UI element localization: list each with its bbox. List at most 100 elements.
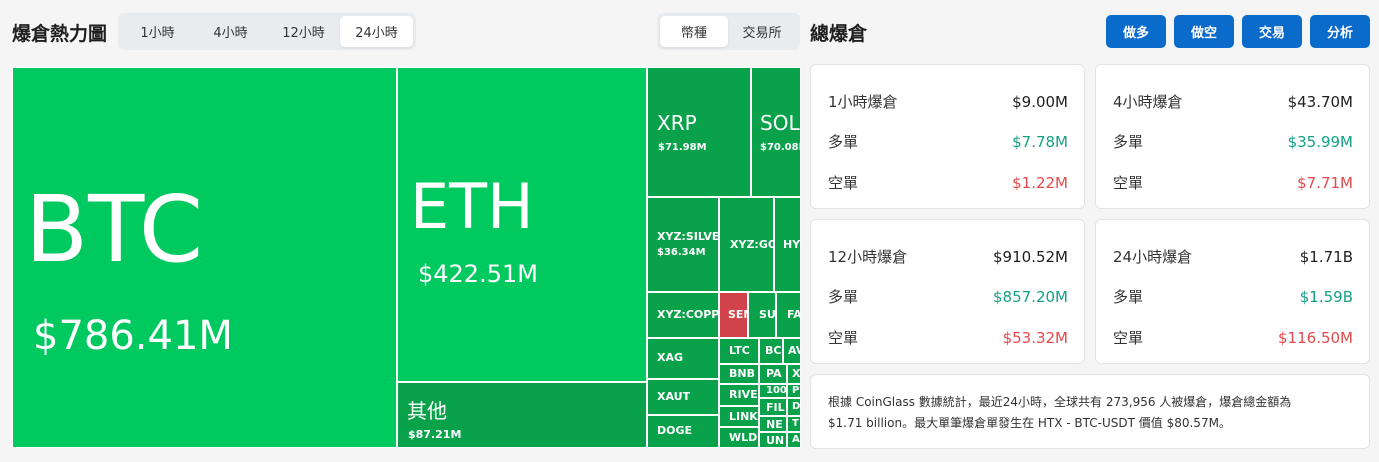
treemap-tile[interactable]: BTC $786.41M xyxy=(12,67,397,448)
trade-button[interactable]: 交易 xyxy=(1242,15,1302,48)
tile-symbol: BC xyxy=(765,344,782,357)
card-title: 1小時爆倉 xyxy=(828,93,898,111)
treemap-tile[interactable]: SEN xyxy=(719,292,748,338)
treemap-tile[interactable]: XYZ:SILVER $36.34M xyxy=(647,197,719,292)
treemap-tile[interactable]: LTC xyxy=(719,338,759,364)
tile-symbol: SOL xyxy=(760,111,800,135)
tile-symbol: AV xyxy=(788,344,800,357)
tile-symbol: 100 xyxy=(766,385,787,396)
tile-symbol: WLD xyxy=(729,431,758,444)
treemap-tile[interactable]: AV xyxy=(783,338,801,364)
short-label: 空單 xyxy=(1113,174,1144,192)
card-24h: 24小時爆倉 $1.71B 多單 $1.59B 空單 $116.50M xyxy=(1095,219,1370,364)
time-option-4h[interactable]: 4小時 xyxy=(194,16,267,47)
treemap-tile[interactable]: BC xyxy=(759,338,783,364)
tile-symbol: UN xyxy=(766,434,785,447)
liquidation-treemap: BTC $786.41M ETH $422.51M 其他 $87.21M XRP $71.98… xyxy=(12,67,801,448)
tile-symbol: D xyxy=(792,401,801,412)
heatmap-title: 爆倉熱力圖 xyxy=(12,23,108,45)
analysis-button[interactable]: 分析 xyxy=(1310,15,1370,48)
time-option-1h[interactable]: 1小時 xyxy=(121,16,194,47)
treemap-tile[interactable]: X xyxy=(787,364,801,384)
card-total: $1.71B xyxy=(1299,247,1353,266)
tile-value: $71.98M xyxy=(658,142,707,153)
card-title: 12小時爆倉 xyxy=(828,248,908,266)
total-liquidation-title: 總爆倉 xyxy=(810,23,868,45)
tile-symbol: SUI xyxy=(759,308,776,321)
group-by-selector: 幣種 交易所 xyxy=(657,13,800,50)
long-value: $7.78M xyxy=(1012,132,1068,151)
tile-symbol: DOGE xyxy=(657,424,693,437)
treemap-tile[interactable]: NE xyxy=(759,416,787,432)
time-option-24h[interactable]: 24小時 xyxy=(340,16,413,47)
tile-symbol: SEN xyxy=(728,308,747,321)
treemap-tile[interactable]: XYZ:GOLD xyxy=(719,197,774,292)
treemap-tile[interactable]: XAUT xyxy=(647,379,719,415)
time-option-12h[interactable]: 12小時 xyxy=(267,16,340,47)
tile-symbol: HYPE xyxy=(783,238,801,251)
tile-symbol: XAG xyxy=(657,351,684,364)
long-value: $857.20M xyxy=(993,287,1068,306)
tile-symbol: P xyxy=(792,385,800,396)
card-4h: 4小時爆倉 $43.70M 多單 $35.99M 空單 $7.71M xyxy=(1095,64,1370,209)
treemap-tile[interactable]: UN xyxy=(759,432,787,448)
treemap-tile[interactable]: FIL xyxy=(759,398,787,416)
treemap-tile[interactable]: LINK xyxy=(719,406,759,427)
card-total: $9.00M xyxy=(1012,92,1068,111)
summary-line-2: $1.71 billion。最大單筆爆倉單發生在 HTX - BTC-USDT … xyxy=(828,416,1231,430)
tile-symbol: FA xyxy=(787,308,801,321)
long-button[interactable]: 做多 xyxy=(1106,15,1166,48)
group-option-exchange[interactable]: 交易所 xyxy=(728,16,796,47)
short-button[interactable]: 做空 xyxy=(1174,15,1234,48)
short-value: $116.50M xyxy=(1278,328,1353,347)
treemap-tile[interactable]: BNB xyxy=(719,364,759,384)
treemap-tile[interactable]: D xyxy=(787,398,801,416)
tile-symbol: XYZ:SILVER xyxy=(657,230,719,243)
treemap-tile[interactable]: FA xyxy=(776,292,801,338)
tile-symbol: T xyxy=(792,418,799,429)
tile-symbol: NE xyxy=(766,418,783,431)
tile-value: $70.08M xyxy=(760,142,800,153)
tile-symbol: BTC xyxy=(25,176,204,283)
tile-symbol: PA xyxy=(766,367,782,380)
treemap-tile[interactable]: T xyxy=(787,416,801,432)
short-label: 空單 xyxy=(828,329,859,347)
long-label: 多單 xyxy=(828,288,859,306)
treemap-tile[interactable]: XYZ:COPPER xyxy=(647,292,719,338)
group-option-coin[interactable]: 幣種 xyxy=(660,16,728,47)
tile-value: $87.21M xyxy=(408,428,462,441)
treemap-tile[interactable]: PA xyxy=(759,364,787,384)
treemap-tile[interactable]: ETH $422.51M xyxy=(397,67,647,382)
card-total: $43.70M xyxy=(1287,92,1353,111)
short-value: $7.71M xyxy=(1297,173,1353,192)
card-title: 24小時爆倉 xyxy=(1113,248,1193,266)
long-label: 多單 xyxy=(828,133,859,151)
treemap-tile[interactable]: P xyxy=(787,384,801,398)
card-title: 4小時爆倉 xyxy=(1113,93,1183,111)
tile-value: $786.41M xyxy=(33,313,233,359)
short-label: 空單 xyxy=(828,174,859,192)
treemap-tile[interactable]: SOL $70.08M xyxy=(751,67,801,197)
treemap-tile[interactable]: XRP $71.98M xyxy=(647,67,751,197)
treemap-tile[interactable]: 100 xyxy=(759,384,787,398)
tile-value: $422.51M xyxy=(418,260,538,288)
treemap-tile[interactable]: HYPE xyxy=(774,197,801,292)
treemap-tile[interactable]: RIVE xyxy=(719,384,759,406)
treemap-tile[interactable]: SUI xyxy=(748,292,776,338)
treemap-tile[interactable]: 其他 $87.21M xyxy=(397,382,647,448)
short-label: 空單 xyxy=(1113,329,1144,347)
treemap-tile[interactable]: A xyxy=(787,432,801,448)
treemap-tile[interactable]: DOGE xyxy=(647,415,719,448)
card-total: $910.52M xyxy=(993,247,1068,266)
long-value: $1.59B xyxy=(1299,287,1353,306)
tile-symbol: LINK xyxy=(729,410,758,423)
treemap-tile[interactable]: XAG xyxy=(647,338,719,379)
treemap-tile[interactable]: WLD xyxy=(719,427,759,448)
tile-symbol: BNB xyxy=(729,367,755,380)
tile-symbol: A xyxy=(792,434,800,445)
tile-symbol: XRP xyxy=(657,111,697,135)
long-label: 多單 xyxy=(1113,288,1144,306)
tile-symbol: XAUT xyxy=(657,390,691,403)
tile-symbol: XYZ:GOLD xyxy=(730,238,773,251)
short-value: $1.22M xyxy=(1012,173,1068,192)
